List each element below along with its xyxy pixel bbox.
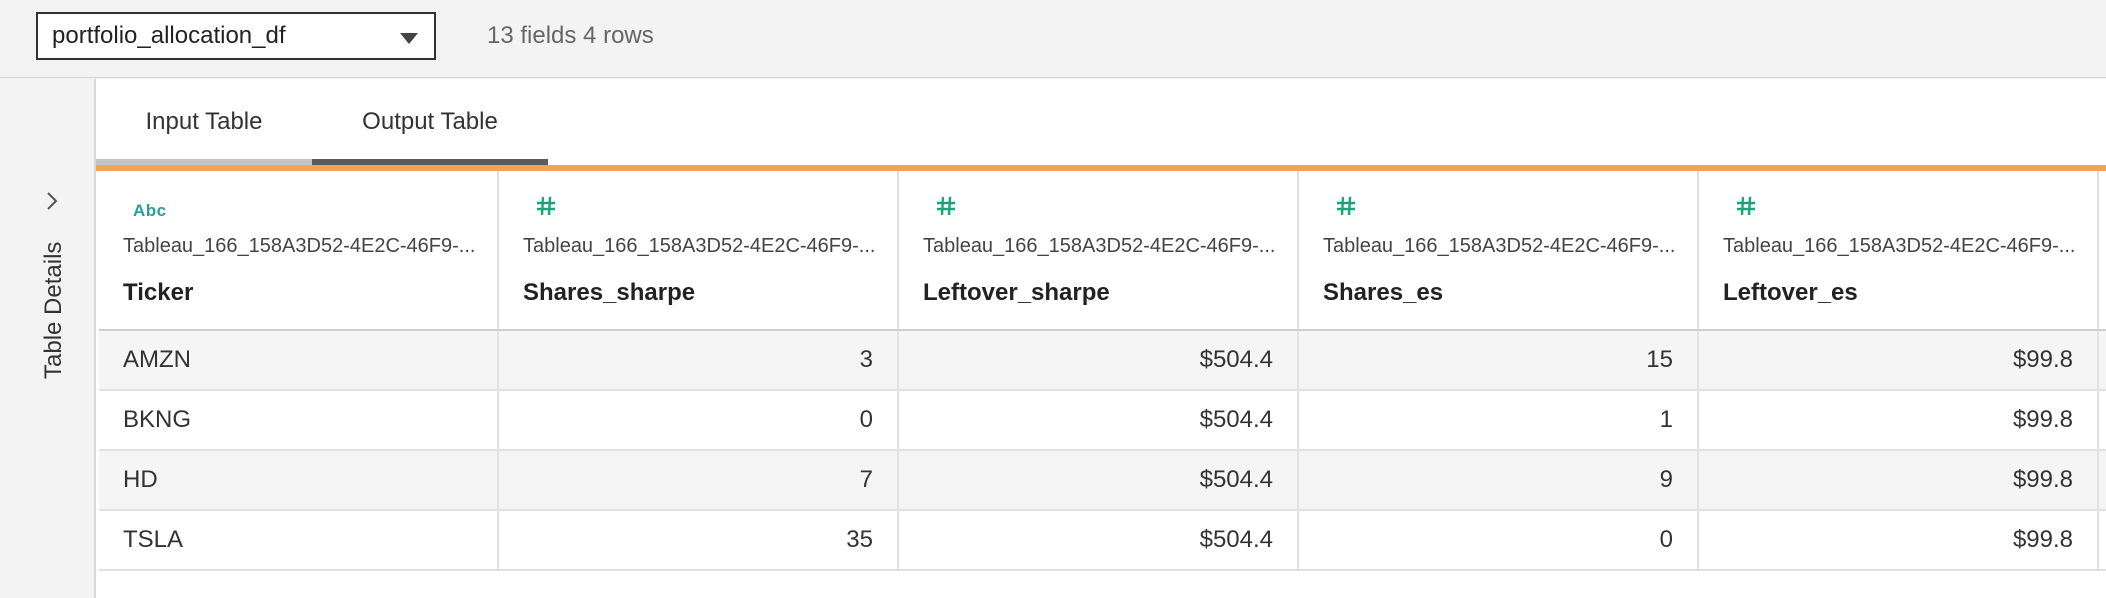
table-cell: $504.4 — [899, 391, 1299, 449]
tab-output-table[interactable]: Output Table — [312, 79, 548, 165]
table-cell: HD — [99, 451, 499, 509]
table-cell: $504.4 — [899, 331, 1299, 389]
table-cell: 9 — [1299, 451, 1699, 509]
main-panel: Input Table Output Table Abc Tableau_166… — [96, 79, 2106, 598]
column-name: Leftover_es — [1723, 279, 1858, 306]
table-details-sidebar: Table Details — [0, 79, 96, 598]
table-cell: BKNG — [99, 391, 499, 449]
table-cell: $99.8 — [1699, 451, 2099, 509]
table-cell: 1 — [1299, 391, 1699, 449]
table-cell: $99.8 — [1699, 331, 2099, 389]
table-cell: 35 — [499, 511, 899, 569]
table-cell-overflow — [2099, 391, 2106, 449]
output-table: Abc Tableau_166_158A3D52-4E2C-46F9-... T… — [99, 171, 2106, 571]
number-type-icon — [537, 196, 555, 216]
string-type-icon: Abc — [133, 201, 167, 220]
table-cell-overflow — [2099, 331, 2106, 389]
column-source: Tableau_166_158A3D52-4E2C-46F9-... — [923, 235, 1276, 257]
column-name: Ticker — [123, 279, 194, 306]
table-cell-overflow — [2099, 451, 2106, 509]
column-source: Tableau_166_158A3D52-4E2C-46F9-... — [123, 235, 476, 257]
column-source: Tableau_166_158A3D52-4E2C-46F9-... — [1723, 235, 2076, 257]
table-cell: $504.4 — [899, 451, 1299, 509]
column-header-shares-sharpe[interactable]: Tableau_166_158A3D52-4E2C-46F9-... Share… — [499, 171, 899, 329]
table-tabs: Input Table Output Table — [96, 79, 2106, 165]
table-cell: TSLA — [99, 511, 499, 569]
number-type-icon — [1337, 196, 1355, 216]
table-row[interactable]: TSLA 35 $504.4 0 $99.8 — [99, 511, 2106, 571]
datasource-select[interactable]: portfolio_allocation_df — [36, 12, 436, 60]
top-bar: portfolio_allocation_df 13 fields 4 rows — [0, 0, 2106, 78]
sidebar-label[interactable]: Table Details — [40, 179, 68, 379]
table-header-row: Abc Tableau_166_158A3D52-4E2C-46F9-... T… — [99, 171, 2106, 331]
datasource-select-value: portfolio_allocation_df — [52, 22, 286, 49]
table-cell: AMZN — [99, 331, 499, 389]
chevron-down-icon — [400, 33, 418, 44]
table-row[interactable]: BKNG 0 $504.4 1 $99.8 — [99, 391, 2106, 451]
tab-label: Output Table — [362, 108, 498, 135]
table-cell: 15 — [1299, 331, 1699, 389]
table-cell: $99.8 — [1699, 391, 2099, 449]
table-cell: 7 — [499, 451, 899, 509]
number-type-icon — [1737, 196, 1755, 216]
table-cell: 0 — [499, 391, 899, 449]
column-source: Tableau_166_158A3D52-4E2C-46F9-... — [523, 235, 876, 257]
datasource-meta: 13 fields 4 rows — [487, 22, 654, 49]
table-cell: 0 — [1299, 511, 1699, 569]
column-header-overflow — [2099, 171, 2106, 329]
table-row[interactable]: AMZN 3 $504.4 15 $99.8 — [99, 331, 2106, 391]
column-header-ticker[interactable]: Abc Tableau_166_158A3D52-4E2C-46F9-... T… — [99, 171, 499, 329]
column-header-leftover-es[interactable]: Tableau_166_158A3D52-4E2C-46F9-... Lefto… — [1699, 171, 2099, 329]
number-type-icon — [937, 196, 955, 216]
column-header-leftover-sharpe[interactable]: Tableau_166_158A3D52-4E2C-46F9-... Lefto… — [899, 171, 1299, 329]
table-cell: $99.8 — [1699, 511, 2099, 569]
table-cell: 3 — [499, 331, 899, 389]
column-name: Leftover_sharpe — [923, 279, 1110, 306]
tab-input-table[interactable]: Input Table — [96, 79, 312, 165]
table-row[interactable]: HD 7 $504.4 9 $99.8 — [99, 451, 2106, 511]
tab-label: Input Table — [145, 108, 263, 135]
column-header-shares-es[interactable]: Tableau_166_158A3D52-4E2C-46F9-... Share… — [1299, 171, 1699, 329]
column-name: Shares_sharpe — [523, 279, 696, 306]
column-name: Shares_es — [1323, 279, 1444, 306]
table-cell-overflow — [2099, 511, 2106, 569]
table-cell: $504.4 — [899, 511, 1299, 569]
column-source: Tableau_166_158A3D52-4E2C-46F9-... — [1323, 235, 1676, 257]
